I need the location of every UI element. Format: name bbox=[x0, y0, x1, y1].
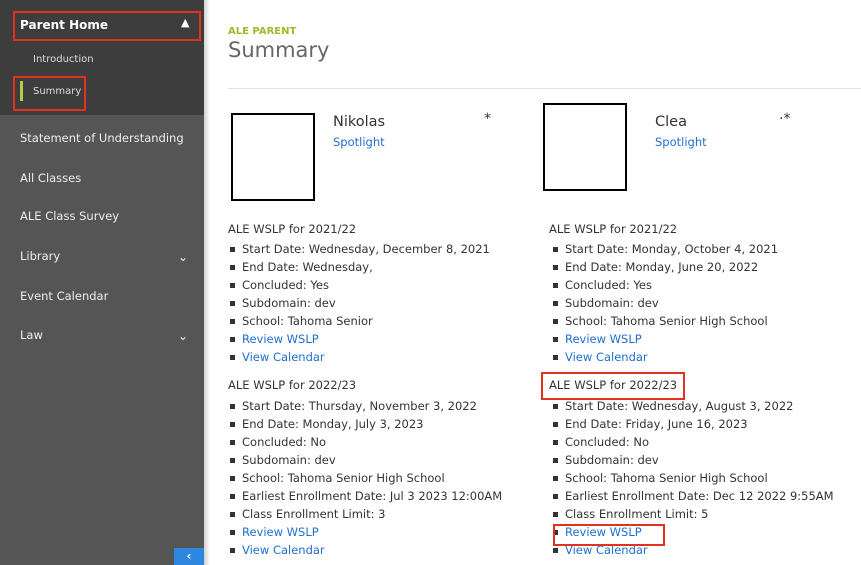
wslp-list: Start Date: Monday, October 4, 2021 End … bbox=[551, 240, 778, 366]
student-name: Clea bbox=[655, 114, 687, 130]
review-wslp-link[interactable]: Review WSLP bbox=[228, 330, 490, 348]
review-wslp-link[interactable]: Review WSLP bbox=[551, 330, 778, 348]
list-item: Earliest Enrollment Date: Jul 3 2023 12:… bbox=[228, 487, 502, 505]
list-item: School: Tahoma Senior bbox=[228, 312, 490, 330]
list-item: Earliest Enrollment Date: Dec 12 2022 9:… bbox=[551, 487, 834, 505]
view-calendar-link[interactable]: View Calendar bbox=[551, 348, 778, 366]
breadcrumb: ALE PARENT bbox=[228, 26, 297, 37]
student-photo bbox=[231, 113, 315, 201]
spotlight-link[interactable]: Spotlight bbox=[333, 135, 385, 149]
list-item: End Date: Friday, June 16, 2023 bbox=[551, 415, 834, 433]
chevron-left-icon: ‹ bbox=[186, 549, 192, 563]
sidebar-item-summary[interactable]: Summary bbox=[33, 86, 81, 97]
sidebar-group-title[interactable]: Parent Home bbox=[20, 18, 108, 32]
list-item: Start Date: Monday, October 4, 2021 bbox=[551, 240, 778, 258]
divider bbox=[228, 88, 861, 89]
wslp-list: Start Date: Wednesday, August 3, 2022 En… bbox=[551, 397, 834, 559]
list-item: Concluded: No bbox=[228, 433, 502, 451]
list-item: School: Tahoma Senior High School bbox=[228, 469, 502, 487]
list-item: School: Tahoma Senior High School bbox=[551, 312, 778, 330]
sidebar-item-statement-of-understanding[interactable]: Statement of Understanding bbox=[20, 131, 184, 145]
sidebar-item-law[interactable]: Law bbox=[20, 328, 43, 342]
list-item: Subdomain: dev bbox=[228, 451, 502, 469]
sidebar-item-ale-class-survey[interactable]: ALE Class Survey bbox=[20, 209, 119, 223]
list-item: Subdomain: dev bbox=[228, 294, 490, 312]
list-item: Concluded: Yes bbox=[228, 276, 490, 294]
list-item: Start Date: Wednesday, December 8, 2021 bbox=[228, 240, 490, 258]
list-item: Concluded: No bbox=[551, 433, 834, 451]
wslp-heading: ALE WSLP for 2021/22 bbox=[549, 222, 678, 236]
sidebar-group-parent-home: Parent Home ▲ Introduction Summary bbox=[0, 0, 204, 115]
chevron-up-icon[interactable]: ▲ bbox=[181, 16, 189, 29]
chevron-down-icon[interactable]: ⌄ bbox=[178, 329, 188, 343]
student-photo bbox=[543, 103, 627, 191]
list-item: Start Date: Wednesday, August 3, 2022 bbox=[551, 397, 834, 415]
list-item: End Date: Wednesday, bbox=[228, 258, 490, 276]
list-item: End Date: Monday, June 20, 2022 bbox=[551, 258, 778, 276]
sidebar-item-all-classes[interactable]: All Classes bbox=[20, 171, 81, 185]
list-item: School: Tahoma Senior High School bbox=[551, 469, 834, 487]
wslp-heading: ALE WSLP for 2021/22 bbox=[228, 222, 357, 236]
sidebar-item-event-calendar[interactable]: Event Calendar bbox=[20, 289, 108, 303]
student-name: Nikolas bbox=[333, 114, 386, 130]
list-item: Class Enrollment Limit: 5 bbox=[551, 505, 834, 523]
list-item: Subdomain: dev bbox=[551, 451, 834, 469]
list-item: Subdomain: dev bbox=[551, 294, 778, 312]
sidebar-shadow bbox=[204, 0, 210, 565]
sidebar-item-introduction[interactable]: Introduction bbox=[33, 54, 94, 65]
sidebar-item-library[interactable]: Library bbox=[20, 249, 60, 263]
active-indicator bbox=[20, 81, 23, 101]
wslp-list: Start Date: Wednesday, December 8, 2021 … bbox=[228, 240, 490, 366]
page-title: Summary bbox=[228, 38, 330, 62]
wslp-heading: ALE WSLP for 2022/23 bbox=[228, 378, 357, 392]
list-item: End Date: Monday, July 3, 2023 bbox=[228, 415, 502, 433]
chevron-down-icon[interactable]: ⌄ bbox=[178, 250, 188, 264]
review-wslp-link[interactable]: Review WSLP bbox=[551, 523, 834, 541]
list-item: Start Date: Thursday, November 3, 2022 bbox=[228, 397, 502, 415]
spotlight-link[interactable]: Spotlight bbox=[655, 135, 707, 149]
student-marker: * bbox=[484, 111, 491, 127]
wslp-list: Start Date: Thursday, November 3, 2022 E… bbox=[228, 397, 502, 559]
view-calendar-link[interactable]: View Calendar bbox=[551, 541, 834, 559]
collapse-sidebar-button[interactable]: ‹ bbox=[174, 548, 204, 565]
list-item: Concluded: Yes bbox=[551, 276, 778, 294]
list-item: Class Enrollment Limit: 3 bbox=[228, 505, 502, 523]
view-calendar-link[interactable]: View Calendar bbox=[228, 348, 490, 366]
student-marker: ·* bbox=[779, 111, 791, 127]
view-calendar-link[interactable]: View Calendar bbox=[228, 541, 502, 559]
review-wslp-link[interactable]: Review WSLP bbox=[228, 523, 502, 541]
wslp-heading: ALE WSLP for 2022/23 bbox=[549, 378, 678, 392]
sidebar: Parent Home ▲ Introduction Summary State… bbox=[0, 0, 204, 565]
